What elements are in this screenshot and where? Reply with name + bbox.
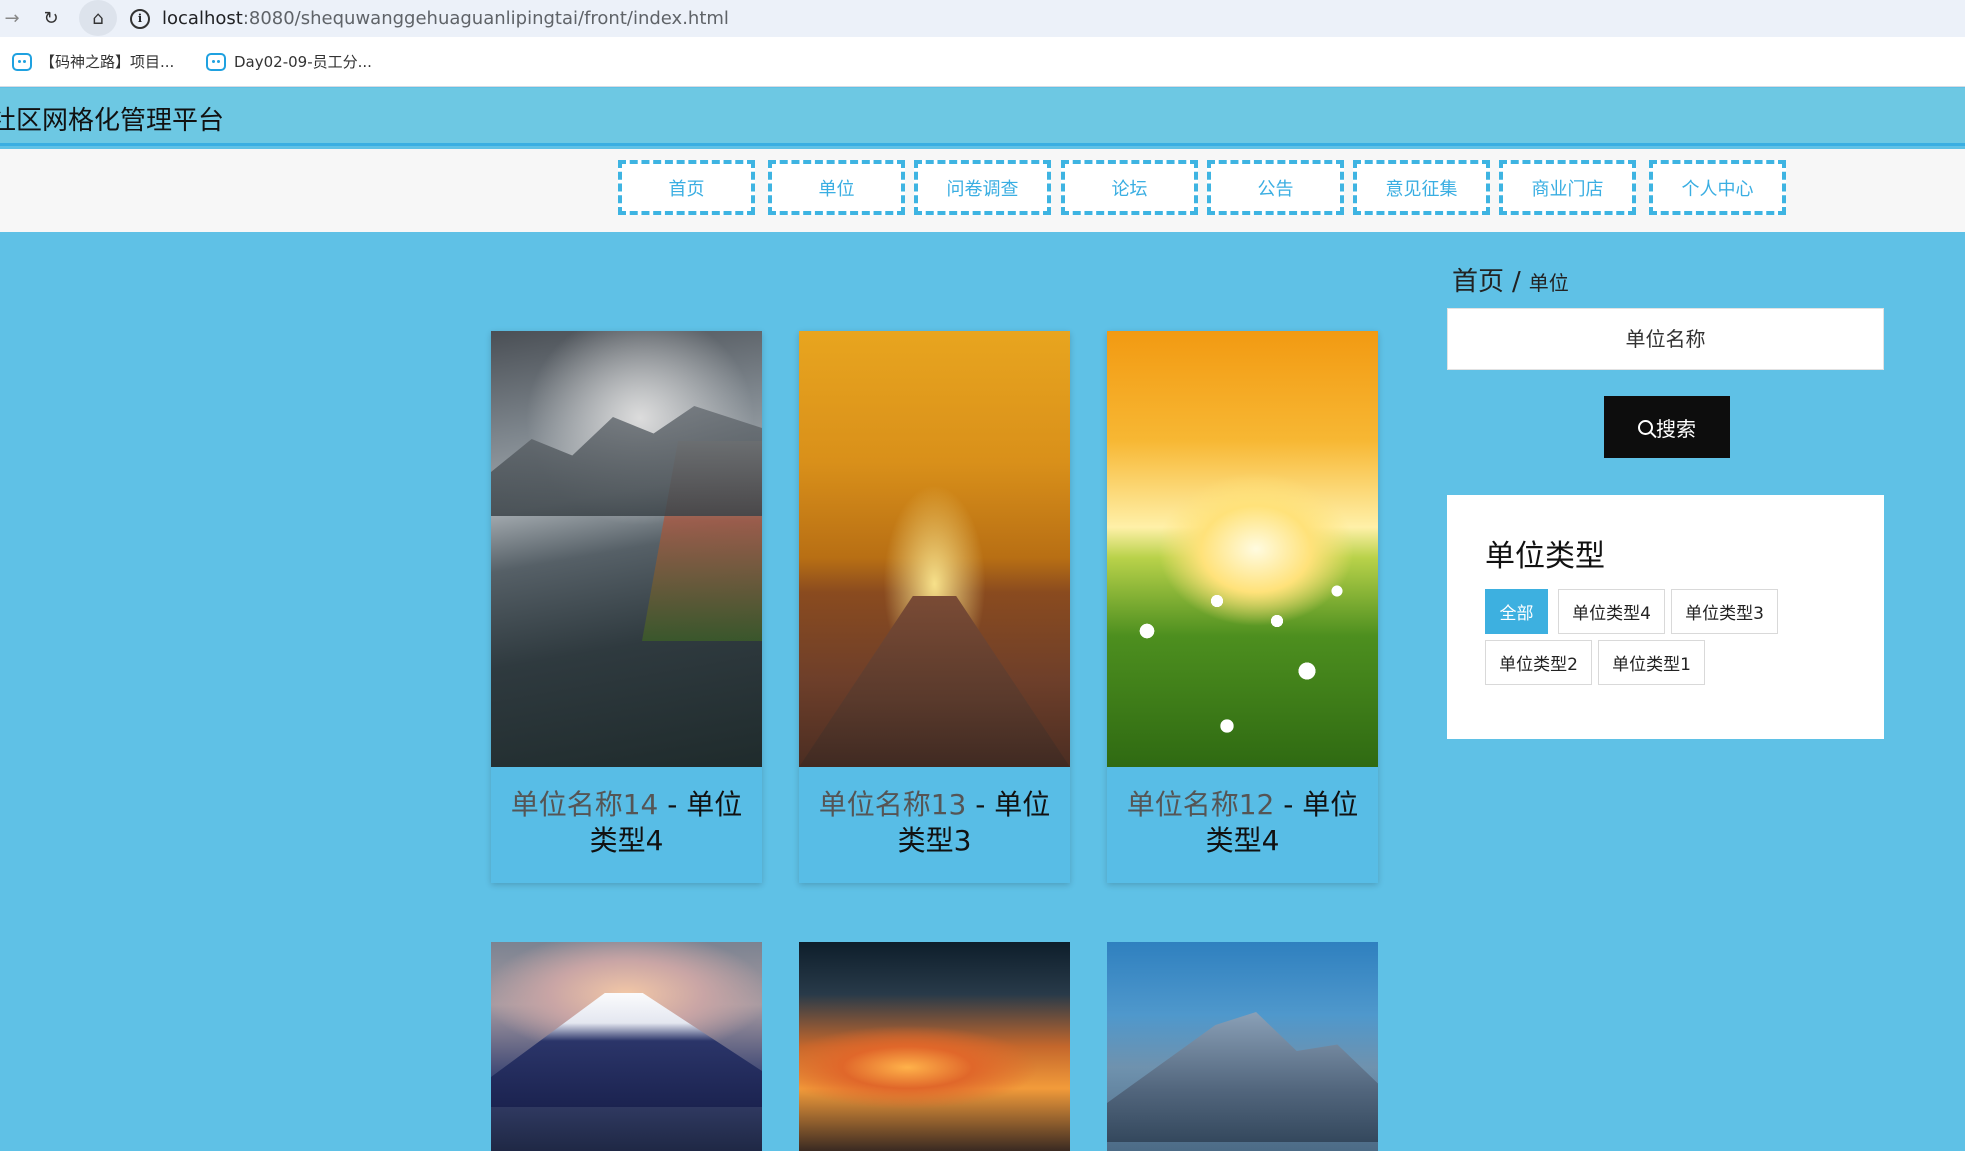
unit-name: 单位名称12 [1126,788,1275,821]
caption-separator: - [658,788,687,821]
nav-item-profile[interactable]: 个人中心 [1649,160,1786,215]
tag-unit-type-3[interactable]: 单位类型3 [1671,589,1778,634]
breadcrumb-current: 单位 [1528,271,1569,295]
bookmark-item[interactable]: Day02-09-员工分... [206,51,372,72]
unit-card-image[interactable] [491,331,762,767]
unit-card[interactable]: 单位名称14 - 单位类型4 [491,331,762,883]
tag-unit-type-1[interactable]: 单位类型1 [1598,640,1705,685]
main-nav: 首页 单位 问卷调查 论坛 公告 意见征集 商业门店 个人中心 [0,149,1965,232]
tag-unit-type-4[interactable]: 单位类型4 [1558,589,1665,634]
reload-icon[interactable]: ↻ [35,2,67,34]
unit-name: 单位名称14 [510,788,659,821]
nav-item-notice[interactable]: 公告 [1207,160,1344,215]
site-header: 社区网格化管理平台 [0,88,1965,146]
unit-card-image[interactable] [1107,942,1378,1151]
caption-separator: - [966,788,995,821]
address-bar[interactable]: i localhost:8080/shequwanggehuaguanlipin… [130,0,729,37]
unit-card[interactable] [1107,942,1378,1151]
unit-card[interactable]: 单位名称13 - 单位类型3 [799,331,1070,883]
nav-item-store[interactable]: 商业门店 [1499,160,1636,215]
info-icon[interactable]: i [130,8,150,29]
bookmarks-bar: 【码神之路】项目... Day02-09-员工分... [0,37,1965,87]
home-icon[interactable]: ⌂ [79,0,117,36]
nav-item-survey[interactable]: 问卷调查 [914,160,1051,215]
unit-card-image[interactable] [1107,331,1378,767]
tag-unit-type-2[interactable]: 单位类型2 [1485,640,1592,685]
unit-type-filter-panel: 单位类型 全部 单位类型4 单位类型3 单位类型2 单位类型1 [1447,495,1884,739]
nav-item-feedback[interactable]: 意见征集 [1353,160,1490,215]
unit-card-caption: 单位名称12 - 单位类型4 [1107,767,1378,883]
url-path: :8080/shequwanggehuaguanlipingtai/front/… [242,8,729,29]
bookmark-item[interactable]: 【码神之路】项目... [12,51,174,72]
breadcrumb-home[interactable]: 首页 [1452,261,1504,298]
nav-item-home[interactable]: 首页 [618,160,755,215]
bookmark-label: 【码神之路】项目... [40,53,175,71]
unit-card[interactable] [491,942,762,1151]
unit-card-caption: 单位名称13 - 单位类型3 [799,767,1070,883]
unit-card[interactable]: 单位名称12 - 单位类型4 [1107,331,1378,883]
search-icon [1638,419,1653,435]
unit-card-image[interactable] [799,942,1070,1151]
nav-item-unit[interactable]: 单位 [768,160,905,215]
url-host: localhost [162,8,243,29]
unit-card-caption: 单位名称14 - 单位类型4 [491,767,762,883]
tag-all[interactable]: 全部 [1485,589,1548,634]
search-button[interactable]: 搜索 [1604,396,1730,458]
back-arrow-icon[interactable]: → [0,2,28,34]
bilibili-icon [206,52,226,71]
search-button-label: 搜索 [1656,416,1696,441]
unit-type-title: 单位类型 [1485,539,1605,574]
breadcrumb-separator: / [1512,267,1521,297]
caption-separator: - [1274,788,1303,821]
unit-card-image[interactable] [491,942,762,1151]
nav-item-forum[interactable]: 论坛 [1061,160,1198,215]
bookmark-label: Day02-09-员工分... [234,53,372,71]
breadcrumb: 首页 / 单位 [1452,261,1569,298]
browser-toolbar: → ↻ ⌂ i localhost:8080/shequwanggehuagua… [0,0,1965,37]
site-title: 社区网格化管理平台 [0,106,225,136]
bilibili-icon [12,52,32,71]
unit-card[interactable] [799,942,1070,1151]
unit-name-search-input[interactable] [1447,308,1884,370]
unit-name: 单位名称13 [818,788,967,821]
unit-card-image[interactable] [799,331,1070,767]
